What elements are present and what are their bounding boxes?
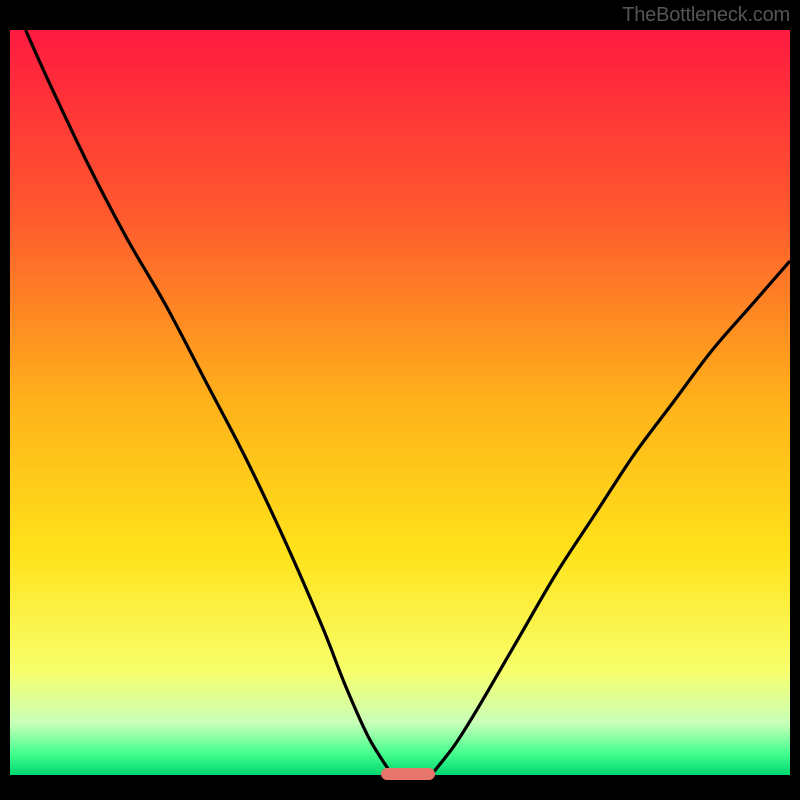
- watermark-text: TheBottleneck.com: [622, 4, 790, 27]
- chart-stage: TheBottleneck.com: [0, 0, 800, 800]
- bottleneck-chart: [10, 30, 790, 775]
